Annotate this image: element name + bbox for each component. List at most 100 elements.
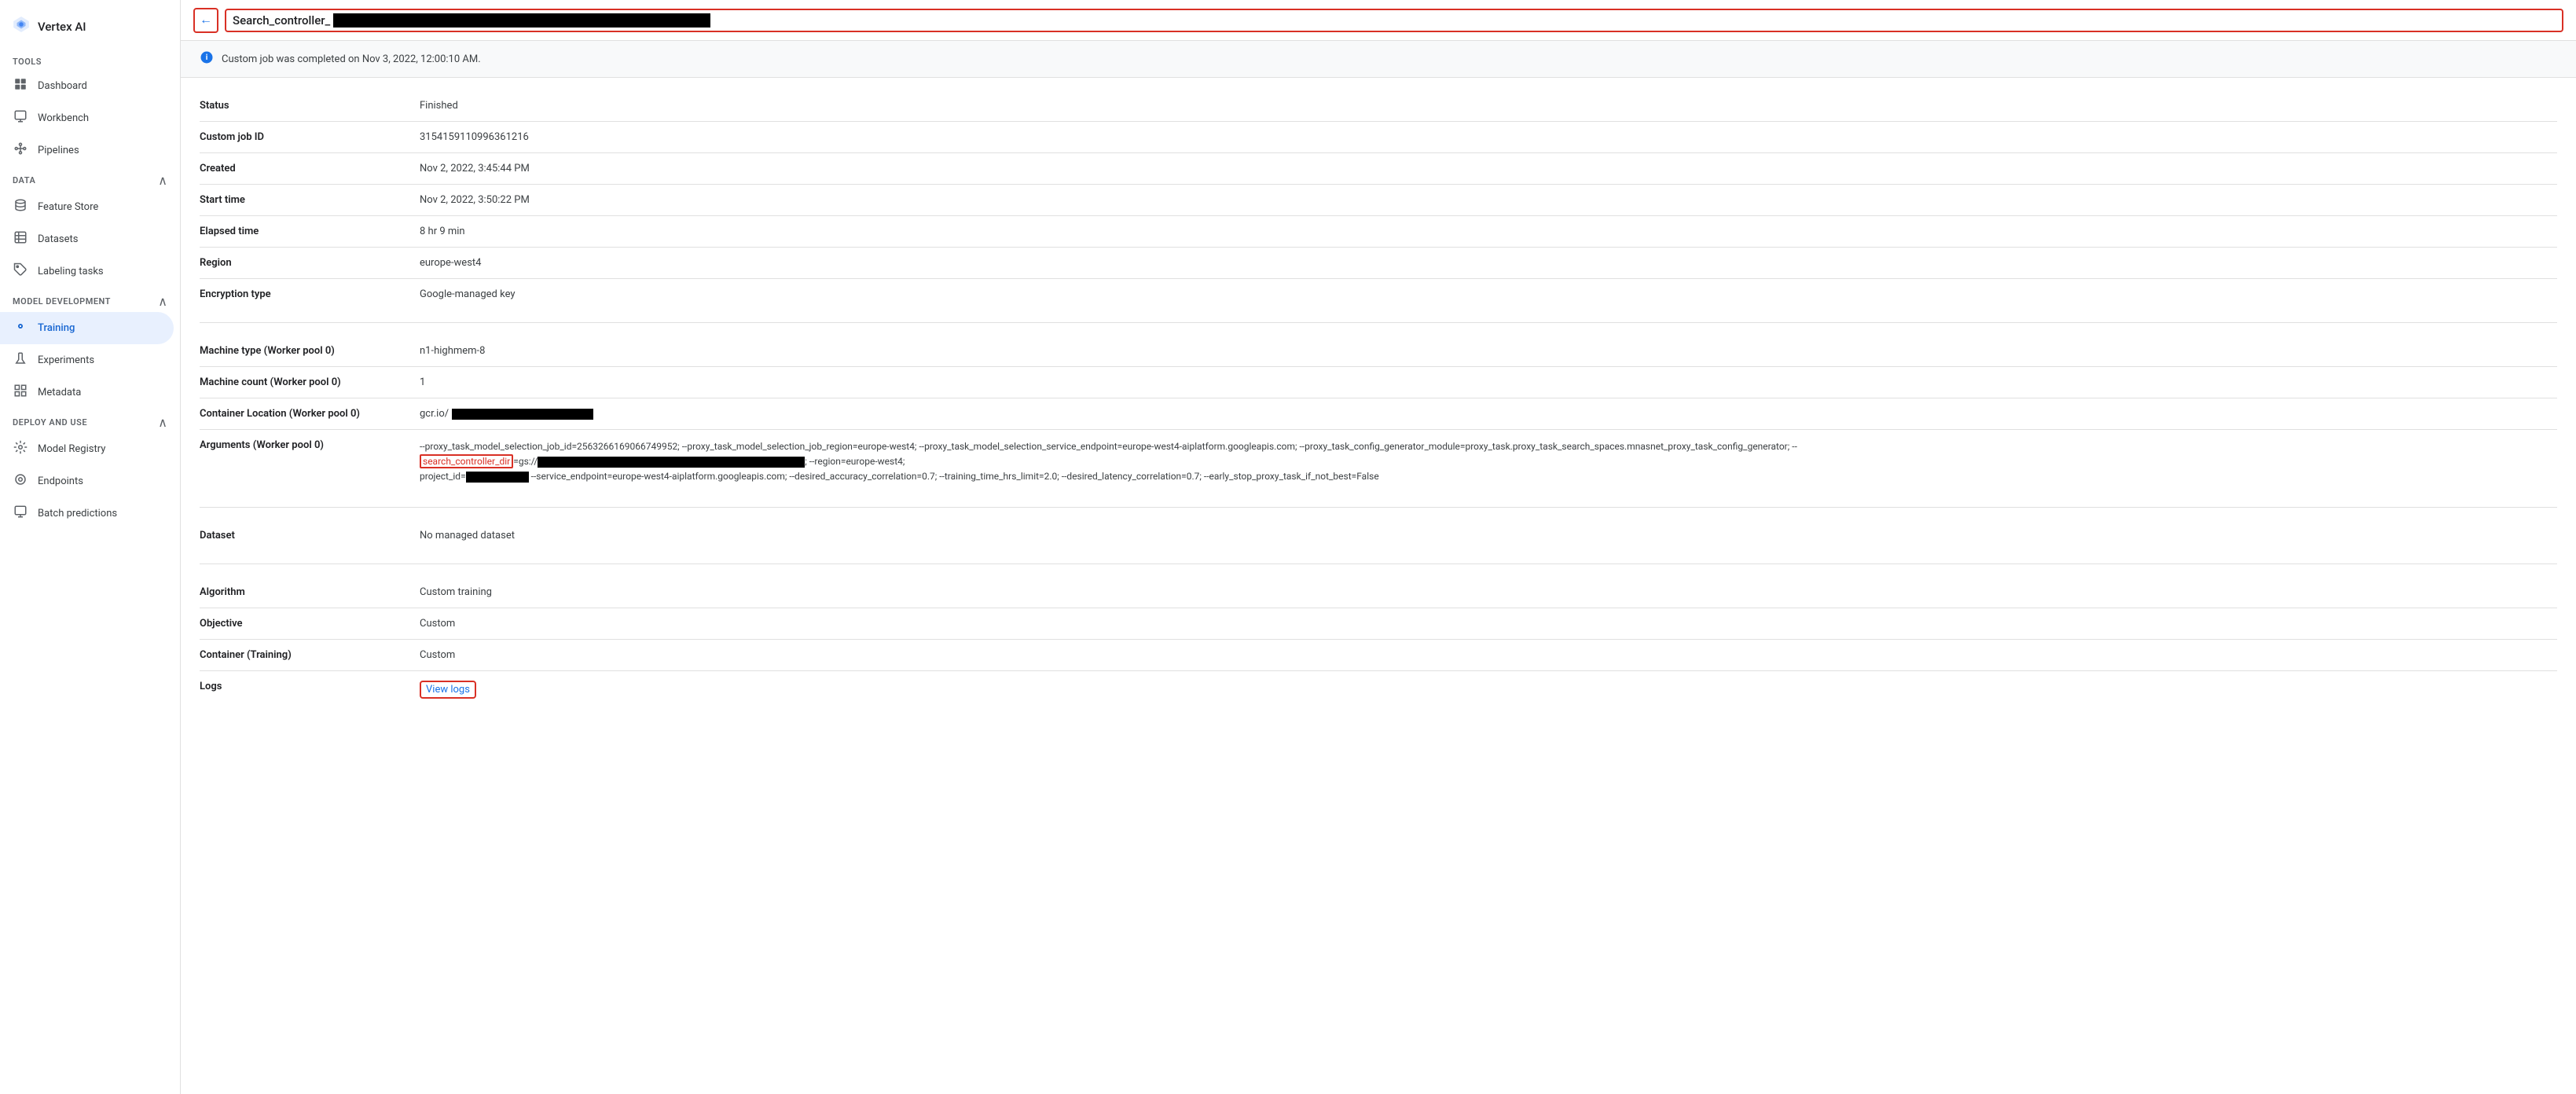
args-line-2: search_controller_dir=gs://; --region=eu… <box>420 454 2557 469</box>
detail-row-machine-type: Machine type (Worker pool 0) n1-highmem-… <box>200 336 2557 367</box>
sidebar-item-feature-store[interactable]: Feature Store <box>0 191 174 223</box>
elapsed-time-value: 8 hr 9 min <box>420 216 2557 248</box>
main-content: ← Search_controller_ i Custom job was co… <box>181 0 2576 1094</box>
info-banner: i Custom job was completed on Nov 3, 202… <box>181 41 2576 78</box>
sidebar-item-training-label: Training <box>38 322 75 334</box>
sidebar-item-batch-predictions-label: Batch predictions <box>38 508 117 519</box>
sidebar-item-datasets[interactable]: Datasets <box>0 223 174 255</box>
sidebar: Vertex AI TOOLS Dashboard Workbench Pipe… <box>0 0 181 1094</box>
region-value: europe-west4 <box>420 248 2557 279</box>
detail-row-logs: Logs View logs <box>200 670 2557 708</box>
deploy-section-label: DEPLOY AND USE <box>13 417 87 428</box>
container-location-value: gcr.io/ <box>420 398 2557 430</box>
detail-row-start-time: Start time Nov 2, 2022, 3:50:22 PM <box>200 185 2557 216</box>
machine-count-value: 1 <box>420 367 2557 398</box>
page-title-bar: Search_controller_ <box>225 9 2563 32</box>
job-id-label: Custom job ID <box>200 122 420 153</box>
logs-value: View logs <box>420 670 2557 708</box>
section-divider-2 <box>200 507 2557 508</box>
sidebar-item-labeling-tasks[interactable]: Labeling tasks <box>0 255 174 288</box>
start-time-value: Nov 2, 2022, 3:50:22 PM <box>420 185 2557 216</box>
sidebar-item-model-registry[interactable]: Model Registry <box>0 433 174 465</box>
arguments-value: --proxy_task_model_selection_job_id=2563… <box>420 430 2557 494</box>
container-location-label: Container Location (Worker pool 0) <box>200 398 420 430</box>
sidebar-item-endpoints[interactable]: Endpoints <box>0 465 174 497</box>
data-section-header: DATA ∧ <box>0 167 180 191</box>
detail-row-machine-count: Machine count (Worker pool 0) 1 <box>200 367 2557 398</box>
detail-row-region: Region europe-west4 <box>200 248 2557 279</box>
sidebar-item-metadata[interactable]: Metadata <box>0 376 174 409</box>
page-title-redacted <box>333 13 710 28</box>
algorithm-table: Algorithm Custom training Objective Cust… <box>200 577 2557 708</box>
section-divider-1 <box>200 322 2557 323</box>
container-loc-prefix: gcr.io/ <box>420 408 449 420</box>
start-time-label: Start time <box>200 185 420 216</box>
detail-row-arguments: Arguments (Worker pool 0) --proxy_task_m… <box>200 430 2557 494</box>
sidebar-item-pipelines[interactable]: Pipelines <box>0 134 174 167</box>
pipelines-icon <box>13 141 28 160</box>
back-button[interactable]: ← <box>193 8 218 33</box>
algorithm-value: Custom training <box>420 577 2557 608</box>
sidebar-item-pipelines-label: Pipelines <box>38 145 79 156</box>
logs-label: Logs <box>200 670 420 708</box>
created-value: Nov 2, 2022, 3:45:44 PM <box>420 153 2557 185</box>
detail-row-container-location: Container Location (Worker pool 0) gcr.i… <box>200 398 2557 430</box>
sidebar-item-experiments[interactable]: Experiments <box>0 344 174 376</box>
encryption-label: Encryption type <box>200 279 420 310</box>
sidebar-item-dashboard[interactable]: Dashboard <box>0 70 174 102</box>
encryption-value: Google-managed key <box>420 279 2557 310</box>
deploy-section-chevron: ∧ <box>158 415 167 430</box>
sidebar-item-workbench[interactable]: Workbench <box>0 102 174 134</box>
detail-row-status: Status Finished <box>200 90 2557 122</box>
objective-value: Custom <box>420 608 2557 639</box>
sidebar-item-dashboard-label: Dashboard <box>38 80 87 92</box>
detail-row-elapsed-time: Elapsed time 8 hr 9 min <box>200 216 2557 248</box>
datasets-icon <box>13 230 28 248</box>
status-label: Status <box>200 90 420 122</box>
container-training-label: Container (Training) <box>200 639 420 670</box>
sidebar-item-batch-predictions[interactable]: Batch predictions <box>0 497 174 530</box>
page-title-prefix: Search_controller_ <box>233 13 330 28</box>
dataset-label: Dataset <box>200 520 420 551</box>
job-id-value: 315415911099636121​6 <box>420 122 2557 153</box>
worker-pool-table: Machine type (Worker pool 0) n1-highmem-… <box>200 336 2557 494</box>
view-logs-link[interactable]: View logs <box>420 681 476 699</box>
container-training-value: Custom <box>420 639 2557 670</box>
dataset-value: No managed dataset <box>420 520 2557 551</box>
app-name: Vertex AI <box>38 20 86 34</box>
sidebar-item-endpoints-label: Endpoints <box>38 475 83 487</box>
detail-row-container-training: Container (Training) Custom <box>200 639 2557 670</box>
deploy-section-header: DEPLOY AND USE ∧ <box>0 409 180 433</box>
model-dev-section-label: MODEL DEVELOPMENT <box>13 296 111 307</box>
region-label: Region <box>200 248 420 279</box>
detail-row-algorithm: Algorithm Custom training <box>200 577 2557 608</box>
training-icon <box>13 319 28 337</box>
endpoints-icon <box>13 472 28 490</box>
detail-row-job-id: Custom job ID 315415911099636121​6 <box>200 122 2557 153</box>
model-registry-icon <box>13 440 28 458</box>
feature-store-icon <box>13 198 28 216</box>
workbench-icon <box>13 109 28 127</box>
objective-label: Objective <box>200 608 420 639</box>
detail-row-created: Created Nov 2, 2022, 3:45:44 PM <box>200 153 2557 185</box>
labeling-tasks-icon <box>13 262 28 281</box>
args-redacted-1 <box>538 457 805 468</box>
sidebar-item-training[interactable]: Training <box>0 312 174 344</box>
args-redacted-2 <box>466 472 529 483</box>
model-dev-section-chevron: ∧ <box>158 294 167 309</box>
sidebar-item-experiments-label: Experiments <box>38 354 94 366</box>
dataset-table: Dataset No managed dataset <box>200 520 2557 551</box>
machine-count-label: Machine count (Worker pool 0) <box>200 367 420 398</box>
args-line-1: --proxy_task_model_selection_job_id=2563… <box>420 439 2557 454</box>
dashboard-icon <box>13 77 28 95</box>
machine-type-value: n1-highmem-8 <box>420 336 2557 367</box>
status-value: Finished <box>420 90 2557 122</box>
data-section-chevron: ∧ <box>158 173 167 188</box>
container-location-content: gcr.io/ <box>420 408 2557 420</box>
topbar: ← Search_controller_ <box>181 0 2576 41</box>
metadata-icon <box>13 384 28 402</box>
search-controller-dir-highlight: search_controller_dir <box>420 454 513 468</box>
sidebar-item-metadata-label: Metadata <box>38 387 81 398</box>
info-icon: i <box>200 50 214 68</box>
args-line-3: project_id= --service_endpoint=europe-we… <box>420 469 2557 484</box>
